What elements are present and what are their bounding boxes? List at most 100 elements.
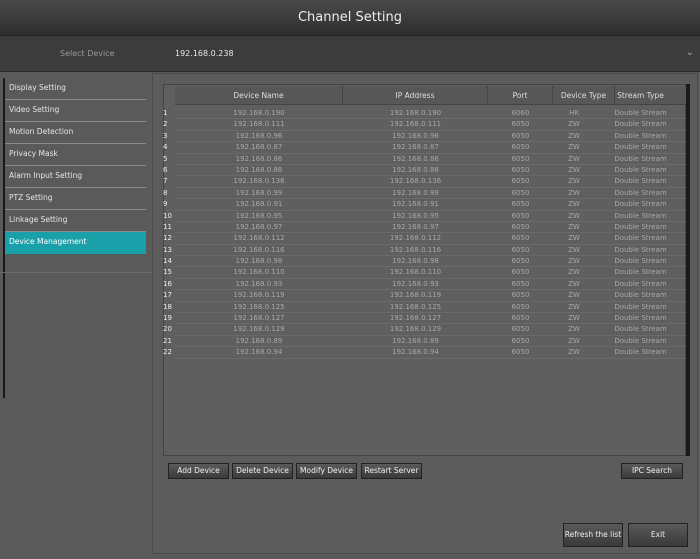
table-row[interactable]: 192.168.0.136 192.168.0.136 6050 ZW Double S… [175,176,686,188]
cell-port: 6050 [511,131,530,140]
cell-ip-address: 192.168.0.89 [392,336,439,345]
cell-stream-type: Double Stream [614,268,667,277]
delete-device-button[interactable]: Delete Device [232,463,293,479]
cell-stream-type: Double Stream [614,291,667,300]
table-row[interactable]: 192.168.0.88 192.168.0.88 6050 ZW Double Str… [175,165,686,177]
table-row[interactable]: 192.168.0.96 192.168.0.96 6050 ZW Double Str… [175,131,686,143]
table-row[interactable]: 192.168.0.93 192.168.0.93 6050 ZW Double Str… [175,279,686,291]
row-number: 1 [163,109,168,117]
cell-stream-type: Double Stream [614,211,667,220]
sidebar-item-alarm-input-setting[interactable]: Alarm Input Setting [5,166,146,188]
cell-device-type: ZW [568,177,580,186]
cell-device-name: 192.168.0.96 [235,131,283,140]
add-device-button[interactable]: Add Device [168,463,229,479]
cell-ip-address: 192.168.0.190 [389,109,442,117]
cell-device-name: 192.168.0.87 [235,143,283,152]
modify-device-button[interactable]: Modify Device [296,463,357,479]
table-row[interactable]: 192.168.0.95 192.168.0.95 6050 ZW Double Str… [175,211,686,222]
table-row[interactable]: 192.168.0.86 192.168.0.86 6050 ZW Double Str… [175,154,686,165]
table-row[interactable]: 192.168.0.190 192.168.0.190 6060 HK Double S… [175,108,686,120]
row-number: 15 [163,268,172,277]
sidebar-item-device-management[interactable]: Device Management [5,232,146,254]
cell-stream-type: Double Stream [614,279,667,288]
cell-ip-address: 192.168.0.129 [389,325,442,334]
row-number: 5 [163,154,168,163]
table-row[interactable]: 192.168.0.112 192.168.0.112 6050 ZW Double S… [175,233,686,245]
sidebar: Display Setting Video Setting Motion Detec… [3,78,146,398]
table-row[interactable]: 192.168.0.110 192.168.0.110 6050 ZW Double S… [175,267,686,279]
cell-device-name: 192.168.0.116 [233,245,285,254]
col-stream-type[interactable]: Stream Type [595,86,686,105]
row-number: 13 [163,245,172,254]
row-number: 9 [163,200,168,209]
table-row[interactable]: 192.168.0.127 192.168.0.127 6050 ZW Double S… [175,313,686,325]
row-number: 19 [163,314,172,323]
cell-device-type: ZW [568,257,580,266]
cell-ip-address: 192.168.0.112 [389,234,442,243]
cell-device-name: 192.168.0.95 [235,211,283,220]
cell-device-type: ZW [568,348,580,357]
cell-device-type: ZW [568,279,580,288]
refresh-list-button[interactable]: Refresh the list [563,523,623,547]
cell-stream-type: Double Stream [614,131,667,140]
cell-port: 6050 [511,336,530,345]
col-device-name[interactable]: Device Name [175,86,343,105]
table-row[interactable]: 192.168.0.111 192.168.0.111 6050 ZW Double S… [175,119,686,131]
table-row[interactable]: 192.168.0.91 192.168.0.91 6050 ZW Double Str… [175,199,686,211]
cell-ip-address: 192.168.0.119 [389,291,442,300]
cell-ip-address: 192.168.0.93 [392,279,439,288]
sidebar-item-video-setting[interactable]: Video Setting [5,100,146,122]
col-port[interactable]: Port [488,86,553,105]
cell-port: 6050 [511,257,530,266]
row-number: 14 [163,257,172,266]
cell-port: 6050 [511,120,530,129]
ipc-search-button[interactable]: IPC Search [621,463,683,479]
selected-device-value[interactable]: 192.168.0.238 [175,36,234,72]
cell-port: 6050 [511,268,530,277]
exit-button[interactable]: Exit [628,523,688,547]
row-number: 11 [163,222,172,231]
table-row[interactable]: 192.168.0.98 192.168.0.98 6050 ZW Double Str… [175,256,686,268]
row-number: 21 [163,336,172,345]
cell-stream-type: Double Stream [614,302,667,311]
cell-device-name: 192.168.0.111 [233,120,285,129]
cell-stream-type: Double Stream [614,120,667,129]
cell-device-type: ZW [568,154,580,163]
table-row[interactable]: 192.168.0.119 192.168.0.119 6050 ZW Double S… [175,290,686,302]
scrollbar[interactable] [686,84,690,456]
row-number: 16 [163,279,172,288]
cell-stream-type: Double Stream [614,314,667,323]
table-row[interactable]: 192.168.0.97 192.168.0.97 6050 ZW Double Str… [175,222,686,234]
cell-stream-type: Double Stream [614,109,667,117]
sidebar-item-ptz-setting[interactable]: PTZ Setting [5,188,146,210]
cell-stream-type: Double Stream [614,143,667,152]
table-row[interactable]: 192.168.0.125 192.168.0.125 6050 ZW Double S… [175,302,686,314]
sidebar-item-motion-detection[interactable]: Motion Detection [5,122,146,144]
row-number: 12 [163,234,172,243]
table-row[interactable]: 192.168.0.129 192.168.0.129 6050 ZW Double S… [175,324,686,336]
cell-device-name: 192.168.0.91 [235,200,283,209]
cell-ip-address: 192.168.0.96 [392,131,439,140]
cell-ip-address: 192.168.0.98 [392,257,439,266]
table-row[interactable]: 192.168.0.94 192.168.0.94 6050 ZW Double Str… [175,347,686,359]
col-ip-address[interactable]: IP Address [343,86,488,105]
sidebar-item-privacy-mask[interactable]: Privacy Mask [5,144,146,166]
restart-server-button[interactable]: Restart Server [361,463,422,479]
table-row[interactable]: 192.168.0.87 192.168.0.87 6050 ZW Double Str… [175,142,686,154]
table-row[interactable]: 192.168.0.99 192.168.0.99 6050 ZW Double Str… [175,188,686,200]
sidebar-item-display-setting[interactable]: Display Setting [5,78,146,100]
chevron-down-icon[interactable]: ⌄ [686,47,694,58]
table-row[interactable]: 192.168.0.116 192.168.0.116 6050 ZW Double S… [175,245,686,257]
cell-device-type: ZW [568,200,580,209]
table-row[interactable]: 192.168.0.89 192.168.0.89 6050 ZW Double Str… [175,336,686,348]
window-title: Channel Setting [0,0,700,36]
cell-device-type: ZW [568,234,580,243]
cell-stream-type: Double Stream [614,325,667,334]
sidebar-item-linkage-setting[interactable]: Linkage Setting [5,210,146,232]
cell-ip-address: 192.168.0.94 [392,348,439,357]
cell-device-type: ZW [568,143,580,152]
cell-device-type: ZW [568,211,580,220]
select-device-label: Select Device [60,49,115,58]
cell-port: 6050 [511,234,530,243]
device-select-bar[interactable]: Select Device 192.168.0.238 ⌄ [0,36,700,72]
